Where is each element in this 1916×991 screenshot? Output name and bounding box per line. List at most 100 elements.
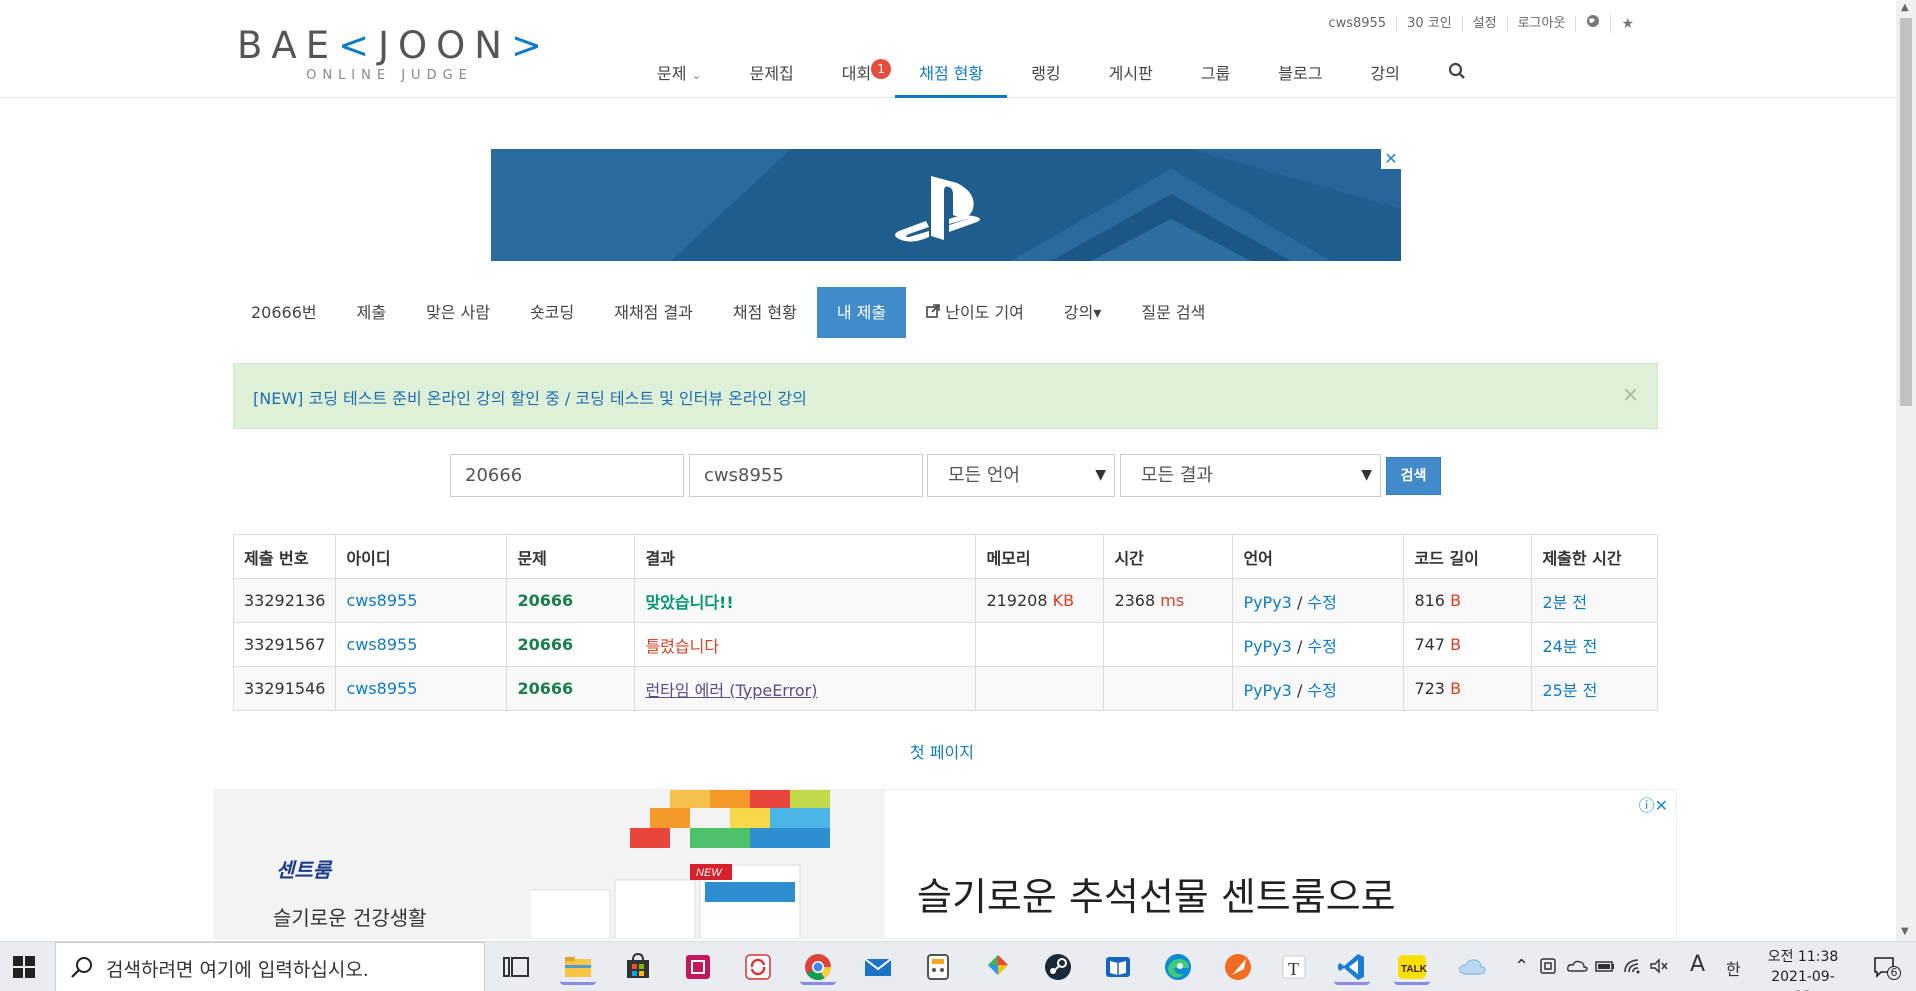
sync-app-icon[interactable] bbox=[740, 949, 776, 985]
cloud-app-icon[interactable] bbox=[1454, 949, 1490, 985]
nav-workbook[interactable]: 문제집 bbox=[726, 52, 818, 98]
user-id-input[interactable]: cws8955 bbox=[689, 454, 923, 497]
nav-contest[interactable]: 대회 1 bbox=[818, 52, 895, 98]
problem-link[interactable]: 20666 bbox=[506, 666, 636, 711]
tab-questions[interactable]: 질문 검색 bbox=[1121, 287, 1225, 338]
top-advertisement[interactable]: ✕ bbox=[491, 149, 1401, 261]
user-link[interactable]: cws8955 bbox=[335, 666, 508, 711]
time-cell: 2368 ms bbox=[1103, 578, 1234, 623]
col-problem: 문제 bbox=[506, 534, 636, 579]
app-icon-pink[interactable] bbox=[680, 949, 716, 985]
tab-my-submissions[interactable]: 내 제출 bbox=[816, 287, 907, 338]
site-logo[interactable]: BAE<JOON> ONLINE JUDGE bbox=[237, 26, 542, 84]
user-link[interactable]: cws8955 bbox=[335, 622, 508, 667]
playstation-logo bbox=[895, 176, 980, 242]
result-select[interactable]: 모든 결과 ▼ bbox=[1120, 454, 1381, 497]
file-explorer-icon[interactable] bbox=[560, 949, 596, 985]
topbar-settings[interactable]: 설정 bbox=[1463, 15, 1508, 32]
nav-ranking[interactable]: 랭킹 bbox=[1007, 52, 1084, 98]
nav-lecture[interactable]: 강의 bbox=[1346, 52, 1423, 98]
vscode-icon[interactable] bbox=[1334, 949, 1370, 985]
first-page-link[interactable]: 첫 페이지 bbox=[910, 739, 974, 763]
globe-icon[interactable] bbox=[1576, 14, 1612, 33]
tab-status[interactable]: 채점 현황 bbox=[713, 287, 817, 338]
tray-chevron-up-icon[interactable]: ⌃ bbox=[1514, 956, 1529, 977]
wifi-icon[interactable] bbox=[1622, 956, 1644, 981]
nav-blog[interactable]: 블로그 bbox=[1254, 52, 1346, 98]
calculator-app-icon[interactable] bbox=[920, 949, 956, 985]
nav-status[interactable]: 채점 현황 bbox=[895, 52, 1008, 98]
windows-start-icon[interactable] bbox=[12, 955, 36, 979]
edit-link[interactable]: 수정 bbox=[1307, 637, 1336, 656]
time-unit: ms bbox=[1160, 591, 1185, 610]
close-icon[interactable]: × bbox=[1622, 382, 1639, 406]
length-unit: B bbox=[1450, 591, 1462, 610]
nav-contest-label: 대회 bbox=[841, 64, 872, 83]
search-icon[interactable] bbox=[1424, 52, 1490, 98]
alert-link[interactable]: [NEW] 코딩 테스트 준비 온라인 강의 할인 중 / 코딩 테스트 및 인… bbox=[253, 385, 807, 409]
tab-short-coding[interactable]: 숏코딩 bbox=[510, 287, 594, 338]
chrome-icon[interactable] bbox=[800, 949, 836, 985]
tab-difficulty[interactable]: 난이도 기여 bbox=[906, 287, 1044, 338]
typora-icon[interactable]: T bbox=[1276, 949, 1312, 985]
language-select[interactable]: 모든 언어 ▼ bbox=[927, 454, 1115, 497]
tab-submit[interactable]: 제출 bbox=[337, 287, 406, 338]
store-icon[interactable] bbox=[620, 949, 656, 985]
onedrive-icon[interactable] bbox=[1566, 956, 1588, 981]
taskbar-search-box[interactable]: 검색하려면 여기에 입력하십시오. bbox=[55, 942, 485, 991]
search-button[interactable]: 검색 bbox=[1386, 457, 1441, 495]
notification-center-icon[interactable]: 6 bbox=[1872, 954, 1901, 980]
result-runtime-error-link[interactable]: 런타임 에러 (TypeError) bbox=[634, 666, 977, 711]
scroll-up-icon[interactable]: ▲ bbox=[1901, 2, 1909, 13]
nav-board[interactable]: 게시판 bbox=[1085, 52, 1177, 98]
svg-text:TALK: TALK bbox=[1401, 964, 1428, 975]
task-view-icon[interactable] bbox=[498, 949, 534, 985]
language-link[interactable]: PyPy3 bbox=[1243, 593, 1291, 612]
ad-close-icon[interactable]: ✕ bbox=[1381, 149, 1401, 169]
topbar-username[interactable]: cws8955 bbox=[1318, 15, 1398, 32]
star-icon[interactable]: ★ bbox=[1611, 16, 1644, 32]
user-link[interactable]: cws8955 bbox=[335, 578, 508, 623]
problem-id-input[interactable]: 20666 bbox=[450, 454, 684, 497]
tab-lecture[interactable]: 강의▾ bbox=[1044, 287, 1121, 338]
reader-app-icon[interactable] bbox=[1100, 949, 1136, 985]
ime-mode-a[interactable]: A bbox=[1690, 952, 1705, 977]
user-topbar: cws8955 30 코인 설정 로그아웃 ★ bbox=[1318, 14, 1644, 33]
taskbar-clock[interactable]: 오전 11:38 2021-09-13 bbox=[1766, 947, 1840, 991]
topbar-coins[interactable]: 30 코인 bbox=[1397, 15, 1463, 32]
scroll-down-icon[interactable]: ▼ bbox=[1901, 926, 1909, 937]
volume-muted-icon[interactable] bbox=[1648, 956, 1670, 981]
edit-link[interactable]: 수정 bbox=[1307, 681, 1336, 700]
tab-solvers[interactable]: 맞은 사람 bbox=[406, 287, 510, 338]
edge-icon[interactable] bbox=[1160, 949, 1196, 985]
topbar-logout[interactable]: 로그아웃 bbox=[1508, 15, 1577, 32]
steam-icon[interactable] bbox=[1040, 949, 1076, 985]
submitted-time-link[interactable]: 24분 전 bbox=[1531, 622, 1658, 667]
edit-link[interactable]: 수정 bbox=[1307, 593, 1336, 612]
colorful-app-icon[interactable] bbox=[980, 949, 1016, 985]
scrollbar-thumb[interactable] bbox=[1900, 18, 1912, 406]
page-scrollbar[interactable]: ▲ ▼ bbox=[1896, 0, 1916, 941]
submitted-time-link[interactable]: 2분 전 bbox=[1531, 578, 1658, 623]
kakaotalk-icon[interactable]: TALK bbox=[1394, 949, 1430, 985]
ad-product-image: NEW bbox=[530, 790, 830, 938]
language-link[interactable]: PyPy3 bbox=[1243, 637, 1291, 656]
ime-language-korean[interactable]: 한 bbox=[1726, 956, 1741, 980]
nav-problems[interactable]: 문제 ⌄ bbox=[633, 52, 726, 98]
battery-icon[interactable] bbox=[1594, 956, 1616, 981]
bottom-advertisement[interactable]: NEW 센트룸 슬기로운 건강생활 슬기로운 추석선물 센트룸으로 ⓘ✕ bbox=[214, 789, 1677, 939]
language-link[interactable]: PyPy3 bbox=[1243, 681, 1291, 700]
tab-rejudge[interactable]: 재채점 결과 bbox=[594, 287, 713, 338]
nav-group[interactable]: 그룹 bbox=[1177, 52, 1254, 98]
submitted-time-link[interactable]: 25분 전 bbox=[1531, 666, 1658, 711]
col-submitted-time: 제출한 시간 bbox=[1531, 534, 1658, 579]
tray-app-icon[interactable] bbox=[1538, 956, 1558, 981]
problem-link[interactable]: 20666 bbox=[506, 622, 636, 667]
ad-info-close-icon[interactable]: ⓘ✕ bbox=[1639, 792, 1668, 816]
mail-icon[interactable] bbox=[860, 949, 896, 985]
quill-app-icon[interactable] bbox=[1220, 949, 1256, 985]
taskbar-search-placeholder: 검색하려면 여기에 입력하십시오. bbox=[106, 959, 369, 981]
problem-link[interactable]: 20666 bbox=[506, 578, 636, 623]
tab-problem[interactable]: 20666번 bbox=[233, 287, 337, 338]
ad-headline: 슬기로운 추석선물 센트룸으로 bbox=[917, 875, 1396, 919]
